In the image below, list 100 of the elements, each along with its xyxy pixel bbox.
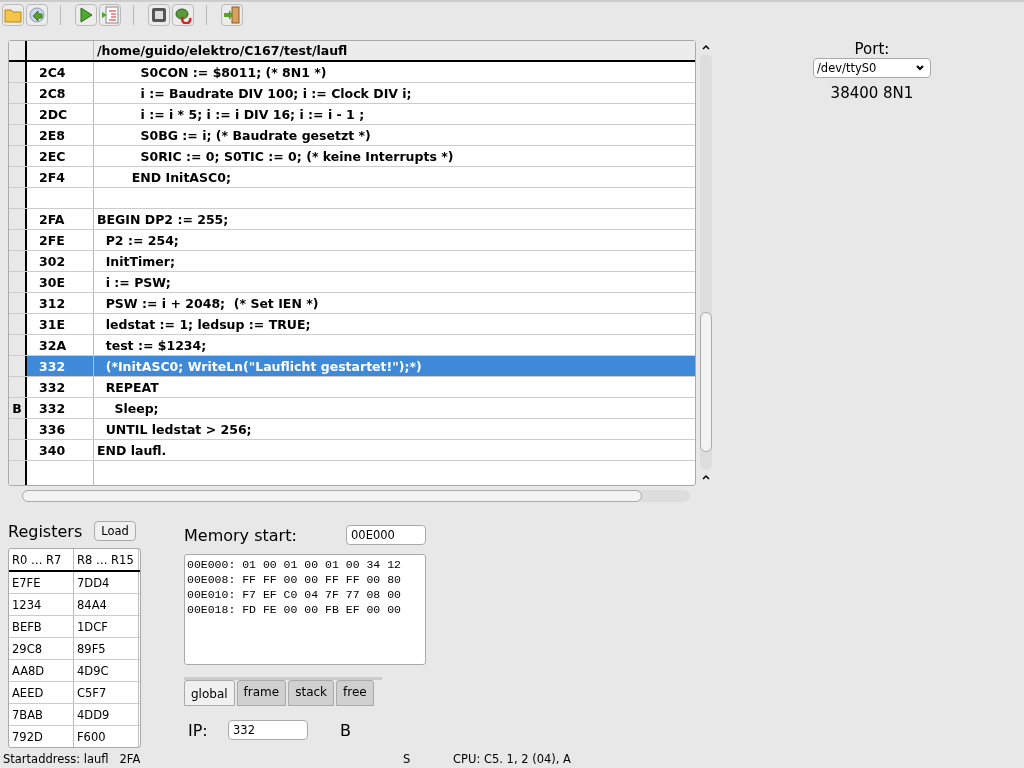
code-row[interactable]: 302 InitTimer; [9, 251, 695, 272]
code-line: i := Baudrate DIV 100; i := Clock DIV i; [139, 85, 412, 101]
toolbar-button[interactable] [99, 4, 121, 26]
register-value: BEFB [9, 616, 74, 637]
code-line: PSW := i + 2048; (* Set IEN *) [104, 295, 319, 311]
port-label: Port: [854, 40, 890, 58]
code-row[interactable]: 2FE P2 := 254; [9, 230, 695, 251]
register-value: AEED [9, 682, 74, 703]
code-line: (*InitASC0; WriteLn("Lauflicht gestartet!");*) [104, 358, 422, 374]
port-dropdown[interactable]: /dev/ttyS0 [813, 58, 931, 78]
row-header[interactable] [9, 293, 27, 313]
row-header[interactable] [9, 419, 27, 439]
register-value: AA8D [9, 660, 74, 681]
code-row[interactable]: 2E8 S0BG := i; (* Baudrate gesetzt *) [9, 125, 695, 146]
tab[interactable]: free [336, 680, 374, 706]
code-line: END laufl. [97, 442, 167, 458]
toolbar-button[interactable] [221, 4, 243, 26]
ip-label: IP: [187, 720, 209, 740]
code-row[interactable]: 2F4 END InitASC0; [9, 167, 695, 188]
row-header[interactable] [9, 167, 27, 187]
code-line: BEGIN DP2 := 255; [97, 211, 229, 227]
row-header[interactable] [9, 377, 27, 397]
address-cell: 31E [39, 316, 65, 332]
file-path: /home/guido/elektro/C167/test/laufl [94, 41, 695, 60]
breakpoint-marker: B [12, 400, 22, 416]
memory-start-field[interactable]: 00E000 [346, 525, 426, 545]
register-value: 1234 [9, 594, 74, 615]
row-header[interactable] [9, 146, 27, 166]
code-row[interactable]: 332 REPEAT [9, 377, 695, 398]
register-value: 7DD4 [74, 572, 139, 593]
address-cell: 2FA [39, 211, 65, 227]
address-cell: 332 [39, 379, 66, 395]
load-button[interactable]: Load [94, 521, 136, 541]
code-row[interactable]: 2C8 i := Baudrate DIV 100; i := Clock DIV i; [9, 83, 695, 104]
code-row[interactable]: 336 UNTIL ledstat > 256; [9, 419, 695, 440]
code-row[interactable]: 30E i := PSW; [9, 272, 695, 293]
address-cell: 302 [39, 253, 66, 269]
code-row[interactable]: 2C4 S0CON := $8011; (* 8N1 *) [9, 62, 695, 83]
row-header[interactable] [9, 335, 27, 355]
code-row[interactable]: 2EC S0RIC := 0; S0TIC := 0; (* keine Interrupts *) [9, 146, 695, 167]
reload-icon [28, 6, 46, 24]
code-line: END InitASC0; [130, 169, 231, 185]
stop-icon [150, 6, 168, 24]
registers-title: Registers [8, 521, 83, 541]
memory-line: 00E010: F7 EF C0 04 7F 77 08 00 [187, 587, 402, 602]
toolbar-button[interactable] [26, 4, 48, 26]
toolbar-button[interactable] [75, 4, 97, 26]
row-header[interactable]: B [9, 398, 27, 418]
code-row[interactable]: 31E ledstat := 1; ledsup := TRUE; [9, 314, 695, 335]
register-value: 29C8 [9, 638, 74, 659]
code-row[interactable]: B 332 Sleep; [9, 398, 695, 419]
code-line: UNTIL ledstat > 256; [104, 421, 252, 437]
address-cell: 2C4 [39, 64, 66, 80]
register-value: E7FE [9, 572, 74, 593]
memory-line: 00E000: 01 00 01 00 01 00 34 12 [187, 557, 402, 572]
code-line: S0CON := $8011; (* 8N1 *) [139, 64, 327, 80]
ip-field[interactable]: 332 [228, 720, 308, 740]
folder-icon [4, 6, 22, 24]
mode-indicator: S [403, 752, 412, 766]
row-header[interactable] [9, 83, 27, 103]
row-header[interactable] [9, 356, 27, 376]
code-row[interactable]: 312 PSW := i + 2048; (* Set IEN *) [9, 293, 695, 314]
row-header[interactable] [9, 314, 27, 334]
row-header[interactable] [9, 125, 27, 145]
register-value: 84A4 [74, 594, 139, 615]
register-value: C5F7 [74, 682, 139, 703]
tab[interactable]: stack [288, 680, 335, 706]
address-cell: 2DC [39, 106, 68, 122]
exit-door-icon [223, 6, 241, 24]
register-value: 4D9C [74, 660, 139, 681]
start-address: Startaddress: laufl 2FA [3, 752, 142, 766]
register-value: 4DD9 [74, 704, 139, 725]
address-cell: 32A [39, 337, 67, 353]
row-header[interactable] [9, 251, 27, 271]
address-cell: 2C8 [39, 85, 66, 101]
row-header[interactable] [9, 272, 27, 292]
code-row[interactable]: 2DC i := i * 5; i := i DIV 16; i := i - 1 ; [9, 104, 695, 125]
row-header[interactable] [9, 440, 27, 460]
code-line: i := i * 5; i := i DIV 16; i := i - 1 ; [139, 106, 365, 122]
toolbar-button[interactable] [148, 4, 170, 26]
scroll-up-icon[interactable] [702, 44, 710, 50]
tab[interactable]: global [184, 680, 235, 706]
address-cell: 2FE [39, 232, 65, 248]
row-header[interactable] [9, 209, 27, 229]
scroll-thumb[interactable] [700, 312, 712, 452]
tab[interactable]: frame [236, 680, 287, 706]
code-line: InitTimer; [104, 253, 175, 269]
row-header[interactable] [9, 230, 27, 250]
address-cell: 332 [39, 358, 66, 374]
code-line: Sleep; [113, 400, 159, 416]
code-row[interactable]: 2FA BEGIN DP2 := 255; [9, 209, 695, 230]
scroll-up-icon[interactable] [702, 474, 710, 480]
row-header[interactable] [9, 62, 27, 82]
register-value: 1DCF [74, 616, 139, 637]
row-header[interactable] [9, 104, 27, 124]
code-row[interactable]: 340 END laufl. [9, 440, 695, 461]
ip-flag-label: B [340, 720, 351, 740]
row-header [9, 461, 27, 485]
code-line: S0BG := i; (* Baudrate gesetzt *) [139, 127, 371, 143]
row-header[interactable] [9, 188, 27, 208]
